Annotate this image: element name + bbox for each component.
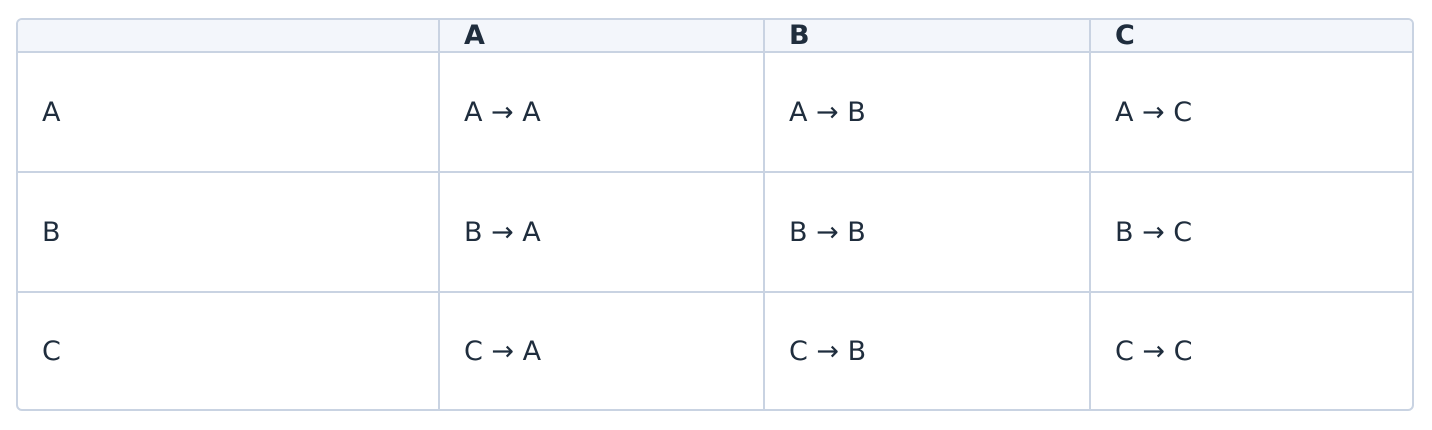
table-cell: B → A	[439, 172, 765, 294]
row-header-c: C	[18, 292, 440, 409]
table-row: A A → A A → B A → C	[18, 52, 1412, 174]
column-header-a: A	[439, 20, 765, 53]
table-cell: C → A	[439, 292, 765, 409]
table-cell: B → C	[1090, 172, 1412, 294]
column-header-b: B	[764, 20, 1091, 53]
table-cell: A → C	[1090, 52, 1412, 174]
table-cell: C → B	[764, 292, 1091, 409]
transition-table-container: A B C A A → A A → B A → C B B → A B → B …	[16, 18, 1414, 411]
transition-table: A B C A A → A A → B A → C B B → A B → B …	[18, 20, 1412, 409]
table-header-row: A B C	[18, 20, 1412, 53]
table-cell: A → A	[439, 52, 765, 174]
table-row: B B → A B → B B → C	[18, 172, 1412, 294]
table-cell: A → B	[764, 52, 1091, 174]
header-corner-cell	[18, 20, 440, 53]
column-header-c: C	[1090, 20, 1412, 53]
table-cell: B → B	[764, 172, 1091, 294]
row-header-a: A	[18, 52, 440, 174]
table-cell: C → C	[1115, 335, 1193, 367]
row-header-b: B	[18, 172, 440, 294]
table-row: C C → A C → B C → C	[18, 292, 1412, 409]
